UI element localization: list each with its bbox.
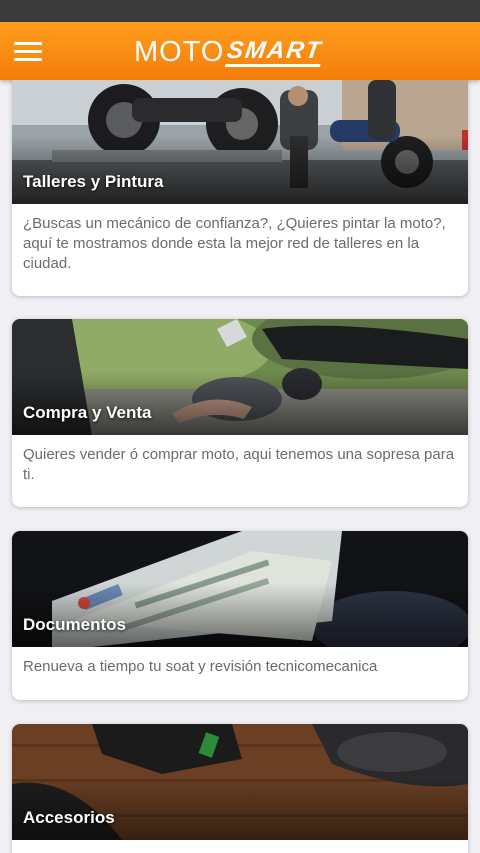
category-feed: Talleres y Pintura ¿Buscas un mecánico d…	[0, 80, 480, 853]
app-header: MOTO SMART	[0, 22, 480, 80]
handshake-image: Compra y Venta	[12, 319, 468, 435]
workshop-image: Talleres y Pintura	[12, 80, 468, 204]
accessories-image: Accesorios	[12, 724, 468, 840]
card-description: ¿Buscas un mecánico de confianza?, ¿Quie…	[23, 215, 446, 272]
card-description	[12, 840, 468, 850]
card-title: Documentos	[23, 615, 126, 634]
card-title: Accesorios	[23, 808, 115, 827]
documents-image: Documentos	[12, 531, 468, 647]
card-compra-venta[interactable]: Compra y Venta Quieres vender ó comprar …	[12, 319, 468, 507]
card-accesorios[interactable]: Accesorios	[12, 724, 468, 853]
logo-smart: SMART	[225, 37, 325, 67]
menu-icon[interactable]	[14, 40, 44, 62]
card-title: Compra y Venta	[23, 403, 152, 422]
app-logo: MOTO SMART	[134, 36, 325, 68]
logo-moto: MOTO	[134, 36, 225, 68]
card-title: Talleres y Pintura	[23, 172, 164, 191]
status-bar	[0, 0, 480, 22]
card-description: Renueva a tiempo tu soat y revisión tecn…	[23, 658, 378, 675]
card-documentos[interactable]: Documentos Renueva a tiempo tu soat y re…	[12, 531, 468, 700]
card-talleres-pintura[interactable]: Talleres y Pintura ¿Buscas un mecánico d…	[12, 80, 468, 296]
card-description: Quieres vender ó comprar moto, aqui tene…	[23, 446, 455, 483]
